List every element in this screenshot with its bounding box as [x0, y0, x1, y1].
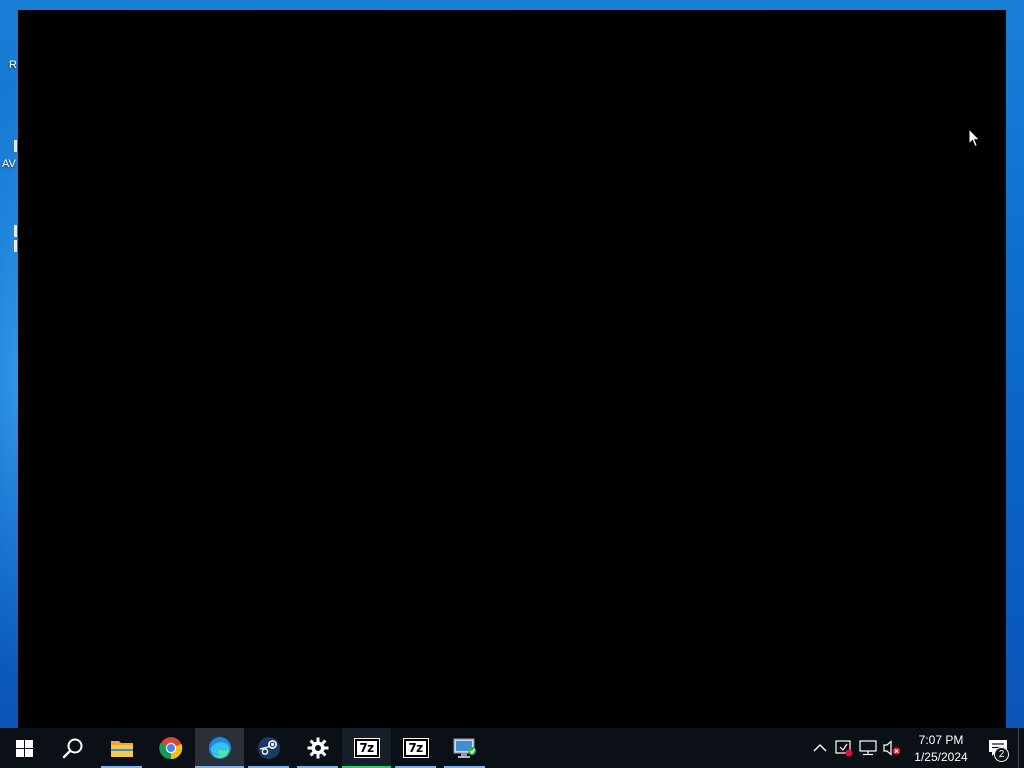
taskbar-steam[interactable] — [244, 728, 293, 768]
show-desktop-button[interactable] — [1018, 728, 1024, 768]
action-center-button[interactable]: 2 — [978, 728, 1018, 768]
start-button[interactable] — [0, 728, 48, 768]
volume-muted-icon — [883, 740, 901, 756]
security-icon — [835, 740, 853, 757]
taskbar-clock[interactable]: 7:07 PM 1/25/2024 — [904, 730, 978, 766]
taskbar-edge[interactable] — [195, 728, 244, 768]
taskbar-chrome[interactable] — [146, 728, 195, 768]
app-window-black[interactable] — [18, 10, 1006, 728]
7zip-icon: 7z — [402, 738, 429, 758]
network-icon — [859, 740, 877, 756]
folder-icon — [110, 741, 133, 757]
taskbar-remote-desktop[interactable] — [440, 728, 489, 768]
search-icon — [62, 738, 82, 759]
tray-security[interactable] — [832, 728, 856, 768]
taskbar-7zip-1[interactable]: 7z — [342, 728, 391, 768]
taskbar-file-explorer[interactable] — [97, 728, 146, 768]
search-button[interactable] — [48, 728, 97, 768]
monitor-icon — [453, 738, 476, 758]
desktop-icon-label-fragment[interactable]: R — [9, 59, 17, 71]
7zip-icon: 7z — [353, 738, 380, 758]
windows-logo-icon — [15, 739, 33, 757]
clock-date: 1/25/2024 — [914, 750, 968, 764]
mouse-cursor-icon — [968, 128, 981, 148]
taskbar: 7z 7z 7:07 PM 1/25/2024 2 — [0, 728, 1024, 768]
taskbar-settings[interactable] — [293, 728, 342, 768]
taskbar-empty-area[interactable] — [489, 728, 808, 768]
edge-icon — [208, 737, 231, 759]
steam-icon — [257, 737, 280, 759]
system-tray: 7:07 PM 1/25/2024 2 — [808, 728, 1024, 768]
desktop-icon-label-fragment[interactable]: AV — [2, 158, 16, 170]
desktop-icon-fragment[interactable] — [14, 225, 17, 237]
tray-network[interactable] — [856, 728, 880, 768]
clock-time: 7:07 PM — [918, 733, 964, 747]
desktop-icon-fragment[interactable] — [14, 240, 17, 252]
gear-icon — [307, 737, 328, 759]
notification-count-badge: 2 — [994, 747, 1009, 762]
tray-overflow-button[interactable] — [808, 728, 832, 768]
chrome-icon — [158, 737, 182, 760]
desktop-icon-fragment[interactable] — [14, 140, 17, 152]
taskbar-7zip-2[interactable]: 7z — [391, 728, 440, 768]
tray-volume[interactable] — [880, 728, 904, 768]
chevron-up-icon — [813, 744, 827, 752]
